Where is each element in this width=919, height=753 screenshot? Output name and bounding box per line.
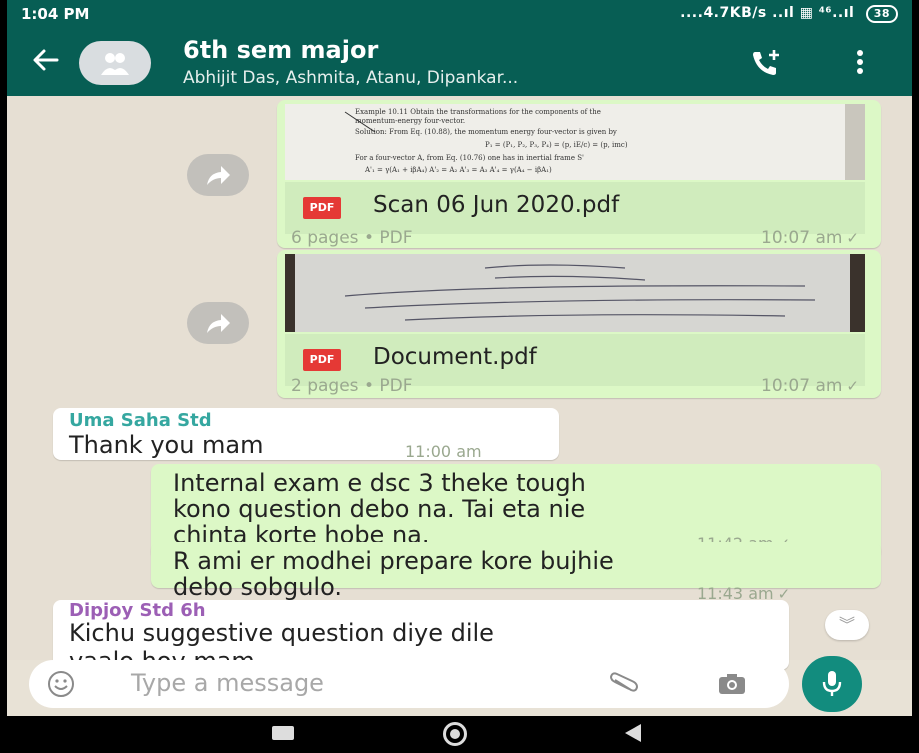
- message-list[interactable]: Example 10.11 Obtain the transformations…: [7, 96, 912, 670]
- status-network: ....4.7KB/s ..ıl ▦ ⁴⁶..ıl 38: [680, 5, 898, 23]
- forward-icon[interactable]: [187, 154, 249, 196]
- pdf-icon: PDF: [303, 349, 341, 371]
- document-meta: 2 pages • PDF: [291, 376, 413, 396]
- document-message[interactable]: Example 10.11 Obtain the transformations…: [277, 100, 881, 248]
- status-bar: 1:04 PM ....4.7KB/s ..ıl ▦ ⁴⁶..ıl 38: [7, 0, 912, 26]
- recent-apps-icon[interactable]: [272, 726, 294, 740]
- incoming-message[interactable]: Uma Saha Std Thank you mam 11:00 am: [53, 408, 559, 461]
- message-time: 10:07 am ✓: [761, 228, 859, 248]
- more-menu-icon[interactable]: [855, 48, 865, 80]
- time-text: 10:07 am: [761, 376, 843, 396]
- home-icon[interactable]: [443, 722, 467, 746]
- group-avatar-icon[interactable]: [79, 41, 151, 85]
- back-arrow-icon[interactable]: [27, 42, 63, 78]
- chat-title[interactable]: 6th sem major: [183, 36, 378, 64]
- outgoing-message[interactable]: R ami er modhei prepare kore bujhie debo…: [151, 542, 881, 603]
- message-composer[interactable]: Type a message: [29, 660, 789, 708]
- battery-icon: 38: [865, 5, 898, 23]
- chat-header: 6th sem major Abhijit Das, Ashmita, Atan…: [7, 26, 912, 96]
- time-text: 10:07 am: [761, 228, 843, 248]
- document-file-bar[interactable]: PDF Scan 06 Jun 2020.pdf: [285, 182, 865, 234]
- mic-icon[interactable]: [802, 656, 862, 712]
- message-time: 11:00 am: [405, 442, 482, 461]
- document-meta: 6 pages • PDF: [291, 228, 413, 248]
- preview-line-3: Solution: From Eq. (10.88), the momentum…: [355, 128, 617, 136]
- preview-line-5: For a four-vector A, from Eq. (10.76) on…: [355, 154, 584, 162]
- sent-check-icon: ✓: [846, 229, 859, 247]
- network-speed: ....4.7KB/s: [680, 5, 767, 21]
- emoji-icon[interactable]: [47, 670, 75, 702]
- message-line: debo sobgulo.: [173, 573, 342, 601]
- forward-icon[interactable]: [187, 302, 249, 344]
- preview-line-4: P₁ = (P₁, P₂, P₃, P₄) = (p, iE/c) = (p, …: [485, 141, 628, 149]
- document-preview[interactable]: Example 10.11 Obtain the transformations…: [285, 104, 865, 180]
- phone-screen: 1:04 PM ....4.7KB/s ..ıl ▦ ⁴⁶..ıl 38 6th…: [7, 0, 912, 753]
- message-time: 10:07 am ✓: [761, 376, 859, 396]
- attach-icon[interactable]: [609, 672, 639, 700]
- chat-participants[interactable]: Abhijit Das, Ashmita, Atanu, Dipankar...: [183, 68, 518, 88]
- scroll-down-icon[interactable]: ︾: [825, 610, 869, 640]
- preview-line-2: momentum-energy four-vector.: [355, 117, 465, 125]
- message-input[interactable]: Type a message: [131, 669, 324, 697]
- pdf-icon: PDF: [303, 197, 341, 219]
- add-call-icon[interactable]: [749, 48, 783, 82]
- document-message[interactable]: PDF Document.pdf 2 pages • PDF 10:07 am ✓: [277, 250, 881, 398]
- sent-check-icon: ✓: [846, 377, 859, 395]
- system-nav-bar: [7, 716, 912, 753]
- message-text: Thank you mam: [69, 431, 264, 459]
- message-line: Kichu suggestive question diye dile: [69, 619, 494, 647]
- preview-line-1: Example 10.11 Obtain the transformations…: [355, 108, 601, 116]
- system-back-icon[interactable]: [625, 724, 641, 742]
- camera-icon[interactable]: [717, 672, 747, 700]
- preview-line-6: A'₁ = γ(A₁ + iβA₄) A'₂ = A₂ A'₃ = A₃ A'₄…: [364, 166, 552, 174]
- status-time: 1:04 PM: [21, 5, 90, 23]
- document-file-name: Document.pdf: [373, 344, 537, 370]
- sender-name[interactable]: Uma Saha Std: [69, 410, 212, 431]
- document-file-name: Scan 06 Jun 2020.pdf: [373, 192, 620, 218]
- signal-icon: ..ıl ▦ ⁴⁶..ıl: [772, 5, 855, 21]
- document-preview[interactable]: [285, 254, 865, 332]
